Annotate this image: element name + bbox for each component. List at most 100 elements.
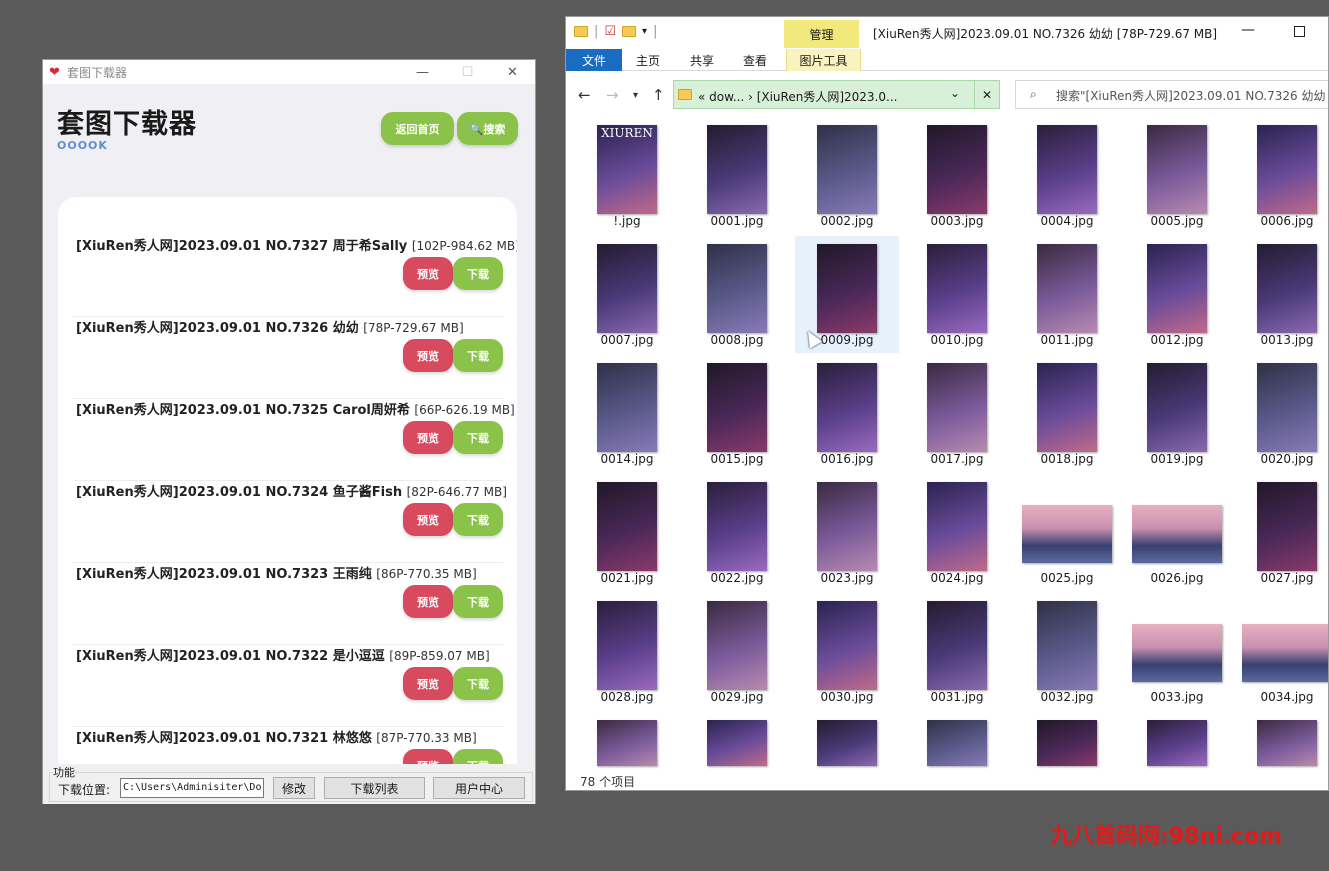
file-item[interactable]: 0028.jpg xyxy=(575,593,679,710)
tab-share[interactable]: 共享 xyxy=(680,49,724,71)
download-button[interactable]: 下载 xyxy=(453,667,503,700)
album-title: [XiuRen秀人网]2023.09.01 NO.7325 Carol周妍希 [… xyxy=(76,399,515,418)
file-item[interactable]: 0027.jpg xyxy=(1235,474,1328,591)
album-name: [XiuRen秀人网]2023.09.01 NO.7322 是小逗逗 xyxy=(76,649,385,664)
preview-button[interactable]: 预览 xyxy=(403,257,453,290)
forward-arrow-icon[interactable]: → xyxy=(606,86,619,104)
file-item[interactable]: 0013.jpg xyxy=(1235,236,1328,353)
file-item[interactable]: 0008.jpg xyxy=(685,236,789,353)
download-button[interactable]: 下载 xyxy=(453,257,503,290)
tab-picture-tools[interactable]: 图片工具 xyxy=(786,49,861,71)
image-thumbnail xyxy=(597,720,657,766)
file-name: 0004.jpg xyxy=(1040,214,1094,228)
file-item[interactable] xyxy=(1015,712,1119,790)
file-item[interactable]: 0034.jpg xyxy=(1235,593,1328,710)
modify-path-button[interactable]: 修改 xyxy=(273,777,315,799)
preview-button[interactable]: 预览 xyxy=(403,503,453,536)
file-item[interactable]: 0019.jpg xyxy=(1125,355,1229,472)
new-folder-icon[interactable] xyxy=(622,26,637,37)
properties-icon[interactable]: ☑ xyxy=(604,24,616,39)
file-item[interactable]: 0012.jpg xyxy=(1125,236,1229,353)
file-item[interactable]: 0014.jpg xyxy=(575,355,679,472)
file-item[interactable]: 0010.jpg xyxy=(905,236,1009,353)
explorer-window: | ☑ ▾ | 管理 [XiuRen秀人网]2023.09.01 NO.7326… xyxy=(565,16,1329,791)
image-thumbnail xyxy=(927,482,987,571)
home-button[interactable]: 返回首页 xyxy=(381,112,454,145)
file-name: 0022.jpg xyxy=(710,571,764,585)
user-center-button[interactable]: 用户中心 xyxy=(433,777,525,799)
clear-address-icon[interactable]: ✕ xyxy=(974,80,1000,109)
file-item[interactable]: 0025.jpg xyxy=(1015,474,1119,591)
file-name: 0024.jpg xyxy=(930,571,984,585)
file-item[interactable]: 0016.jpg xyxy=(795,355,899,472)
chevron-down-icon[interactable]: ▾ xyxy=(642,26,647,37)
preview-button[interactable]: 预览 xyxy=(403,339,453,372)
download-path-field[interactable]: C:\Users\Adminisiter\Do xyxy=(120,778,264,798)
search-button[interactable]: 🔍搜索 xyxy=(457,112,518,145)
download-button[interactable]: 下载 xyxy=(453,749,503,765)
file-item[interactable]: 0004.jpg xyxy=(1015,117,1119,234)
download-button[interactable]: 下载 xyxy=(453,421,503,454)
file-name: 0027.jpg xyxy=(1260,571,1314,585)
file-item[interactable]: 0020.jpg xyxy=(1235,355,1328,472)
file-item[interactable]: 0017.jpg xyxy=(905,355,1009,472)
file-item[interactable] xyxy=(905,712,1009,790)
back-arrow-icon[interactable]: ← xyxy=(578,86,591,104)
image-thumbnail xyxy=(707,125,767,214)
file-item[interactable]: 0018.jpg xyxy=(1015,355,1119,472)
preview-button[interactable]: 预览 xyxy=(403,421,453,454)
file-name: 0025.jpg xyxy=(1040,571,1094,585)
image-thumbnail xyxy=(597,482,657,571)
function-group-label: 功能 xyxy=(53,764,75,780)
file-item[interactable]: 0006.jpg xyxy=(1235,117,1328,234)
file-item[interactable]: 0022.jpg xyxy=(685,474,789,591)
manage-context-tab[interactable]: 管理 xyxy=(784,20,859,48)
file-item[interactable] xyxy=(1235,712,1328,790)
tab-view[interactable]: 查看 xyxy=(733,49,777,71)
preview-button[interactable]: 预览 xyxy=(403,749,453,765)
file-item[interactable]: 0002.jpg xyxy=(795,117,899,234)
album-list: [XiuRen秀人网]2023.09.01 NO.7327 周于希Sally [… xyxy=(58,197,517,765)
file-item[interactable]: 0007.jpg xyxy=(575,236,679,353)
watermark: 九八首码网:98ni.com xyxy=(1050,824,1283,849)
download-button[interactable]: 下载 xyxy=(453,503,503,536)
download-list-button[interactable]: 下载列表 xyxy=(324,777,425,799)
file-item[interactable]: 0030.jpg xyxy=(795,593,899,710)
file-item[interactable] xyxy=(1125,712,1229,790)
file-item[interactable]: 0003.jpg xyxy=(905,117,1009,234)
maximize-icon[interactable] xyxy=(1294,26,1305,37)
address-bar[interactable]: « dow... › [XiuRen秀人网]2023.0... ⌄ xyxy=(673,80,1000,109)
minimize-icon[interactable]: — xyxy=(400,65,445,80)
close-icon[interactable]: ✕ xyxy=(490,65,535,80)
file-name: 0019.jpg xyxy=(1150,452,1204,466)
recent-chevron-icon[interactable]: ▾ xyxy=(633,90,638,101)
download-button[interactable]: 下载 xyxy=(453,339,503,372)
file-item[interactable]: 0024.jpg xyxy=(905,474,1009,591)
file-item[interactable]: 0026.jpg xyxy=(1125,474,1229,591)
search-input[interactable]: ⌕ 搜索"[XiuRen秀人网]2023.09.01 NO.7326 幼幼 [7 xyxy=(1015,80,1328,109)
file-item[interactable]: 0011.jpg xyxy=(1015,236,1119,353)
breadcrumb[interactable]: « dow... › [XiuRen秀人网]2023.0... xyxy=(698,88,897,105)
file-item[interactable]: 0015.jpg xyxy=(685,355,789,472)
preview-button[interactable]: 预览 xyxy=(403,585,453,618)
heart-icon: ❤ xyxy=(49,64,60,80)
file-item[interactable]: 0033.jpg xyxy=(1125,593,1229,710)
file-item[interactable]: 0001.jpg xyxy=(685,117,789,234)
file-item[interactable]: XIUREN !.jpg xyxy=(575,117,679,234)
file-item[interactable]: 0021.jpg xyxy=(575,474,679,591)
file-item[interactable] xyxy=(795,712,899,790)
download-button[interactable]: 下载 xyxy=(453,585,503,618)
file-item[interactable] xyxy=(685,712,789,790)
file-item[interactable]: 0029.jpg xyxy=(685,593,789,710)
chevron-down-icon[interactable]: ⌄ xyxy=(950,86,960,100)
up-arrow-icon[interactable]: ↑ xyxy=(652,86,665,104)
preview-button[interactable]: 预览 xyxy=(403,667,453,700)
image-thumbnail xyxy=(927,720,987,766)
file-item[interactable]: 0023.jpg xyxy=(795,474,899,591)
file-item[interactable]: 0005.jpg xyxy=(1125,117,1229,234)
file-item[interactable]: 0031.jpg xyxy=(905,593,1009,710)
minimize-icon[interactable]: — xyxy=(1241,22,1255,38)
file-item[interactable]: 0032.jpg xyxy=(1015,593,1119,710)
tab-home[interactable]: 主页 xyxy=(626,49,670,71)
tab-file[interactable]: 文件 xyxy=(566,49,622,71)
